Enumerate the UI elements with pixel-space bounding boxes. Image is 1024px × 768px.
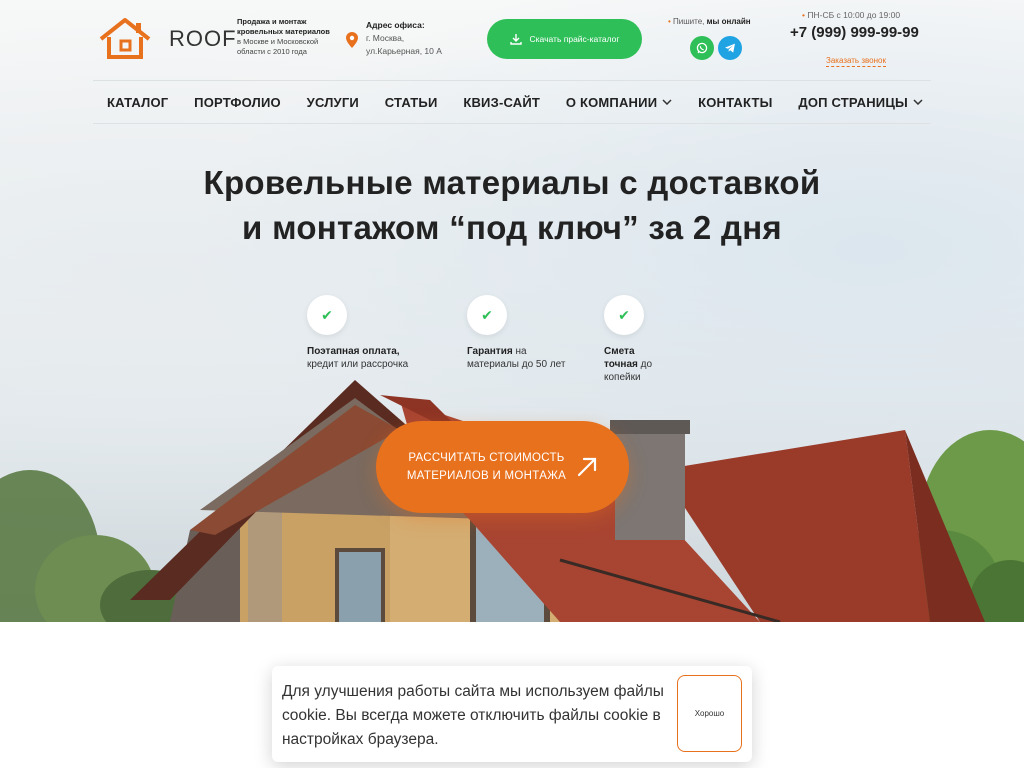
- telegram-button[interactable]: [718, 36, 742, 60]
- cookie-text: Для улучшения работы сайта мы используем…: [282, 683, 664, 748]
- calculate-cost-button[interactable]: РАССЧИТАТЬ СТОИМОСТЬ МАТЕРИАЛОВ И МОНТАЖ…: [376, 421, 629, 513]
- feature-installment: ✔ Поэтапная оплата, кредит или рассрочка: [307, 295, 427, 371]
- chevron-down-icon: [913, 99, 923, 105]
- online-prefix: Пишите,: [673, 17, 705, 26]
- status-dot-icon: •: [668, 17, 671, 26]
- download-catalog-label: Скачать прайс-каталог: [529, 34, 620, 44]
- house-logo-icon: [99, 18, 151, 59]
- check-icon: ✔: [604, 295, 644, 335]
- nav-item-quiz-site[interactable]: КВИЗ-САЙТ: [463, 95, 540, 110]
- nav-item-extra-pages[interactable]: ДОП СТРАНИЦЫ: [798, 95, 923, 110]
- arrow-up-right-icon: [577, 457, 597, 477]
- cookie-accept-button[interactable]: Хорошо: [677, 675, 742, 752]
- telegram-icon: [725, 43, 735, 53]
- site-header: ROOF Продажа и монтаж кровельных материа…: [93, 0, 931, 80]
- logo-text: ROOF: [169, 26, 237, 51]
- feature-text: Поэтапная оплата, кредит или рассрочка: [307, 345, 422, 371]
- nav-item-contacts[interactable]: КОНТАКТЫ: [698, 95, 772, 110]
- tagline: Продажа и монтаж кровельных материалов в…: [237, 17, 347, 57]
- nav-label: КОНТАКТЫ: [698, 94, 773, 110]
- address-line2: ул.Карьерная, 10 А: [366, 46, 442, 56]
- cookie-banner: Для улучшения работы сайта мы используем…: [272, 666, 752, 762]
- cta-line1: РАССЧИТАТЬ СТОИМОСТЬ: [408, 452, 565, 464]
- online-status: • Пишите, мы онлайн: [668, 17, 751, 26]
- nav-item-portfolio[interactable]: ПОРТФОЛИО: [194, 95, 281, 110]
- chevron-down-icon: [662, 99, 672, 105]
- whatsapp-button[interactable]: [690, 36, 714, 60]
- download-icon: [509, 34, 522, 45]
- nav-label: ПОРТФОЛИО: [194, 94, 281, 110]
- headline-line2: и монтажом “под ключ” за 2 дня: [242, 209, 782, 246]
- nav-item-services[interactable]: УСЛУГИ: [307, 95, 359, 110]
- nav-label: УСЛУГИ: [306, 94, 359, 110]
- check-icon: ✔: [307, 295, 347, 335]
- whatsapp-icon: [696, 42, 708, 54]
- feature-bold: Гарантия: [467, 346, 513, 357]
- online-bold: мы онлайн: [706, 17, 751, 26]
- nav-item-catalog[interactable]: КАТАЛОГ: [107, 95, 168, 110]
- hero-headline: Кровельные материалы с доставкой и монта…: [0, 160, 1024, 250]
- phone-number[interactable]: +7 (999) 999-99-99: [790, 25, 920, 40]
- tagline-bold: Продажа и монтаж кровельных материалов: [237, 17, 330, 36]
- feature-text: Гарантия на материалы до 50 лет: [467, 345, 567, 371]
- feature-bold: Поэтапная оплата,: [307, 346, 400, 357]
- nav-item-about[interactable]: О КОМПАНИИ: [566, 95, 672, 110]
- hours-text: ПН-СБ с 10:00 до 19:00: [807, 10, 901, 20]
- check-icon: ✔: [467, 295, 507, 335]
- nav-item-articles[interactable]: СТАТЬИ: [385, 95, 438, 110]
- cta-label: РАССЧИТАТЬ СТОИМОСТЬ МАТЕРИАЛОВ И МОНТАЖ…: [407, 449, 566, 485]
- nav-label: ДОП СТРАНИЦЫ: [798, 94, 908, 110]
- address-line1: г. Москва,: [366, 33, 405, 43]
- download-catalog-button[interactable]: Скачать прайс-каталог: [487, 19, 642, 59]
- main-nav: КАТАЛОГ ПОРТФОЛИО УСЛУГИ СТАТЬИ КВИЗ-САЙ…: [93, 80, 931, 124]
- feature-text: Смета точная до копейки: [604, 345, 666, 384]
- office-address: Адрес офиса: г. Москва, ул.Карьерная, 10…: [366, 19, 476, 58]
- hours-dot-icon: •: [802, 10, 805, 20]
- feature-bold: Смета точная: [604, 346, 638, 370]
- nav-label: КВИЗ-САЙТ: [463, 94, 541, 110]
- nav-label: СТАТЬИ: [384, 94, 438, 110]
- tagline-rest: в Москве и Московской области с 2010 год…: [237, 37, 319, 56]
- logo[interactable]: ROOF: [98, 17, 238, 61]
- feature-rest: кредит или рассрочка: [307, 359, 409, 370]
- working-hours: • ПН-СБ с 10:00 до 19:00: [802, 10, 900, 20]
- address-label: Адрес офиса:: [366, 20, 425, 30]
- headline-line1: Кровельные материалы с доставкой: [203, 164, 821, 201]
- feature-estimate: ✔ Смета точная до копейки: [604, 295, 724, 384]
- nav-label: О КОМПАНИИ: [565, 94, 658, 110]
- location-pin-icon: [346, 32, 358, 48]
- request-call-link[interactable]: Заказать звонок: [826, 56, 886, 67]
- feature-warranty: ✔ Гарантия на материалы до 50 лет: [467, 295, 587, 371]
- nav-label: КАТАЛОГ: [107, 94, 169, 110]
- cta-line2: МАТЕРИАЛОВ И МОНТАЖА: [406, 470, 567, 482]
